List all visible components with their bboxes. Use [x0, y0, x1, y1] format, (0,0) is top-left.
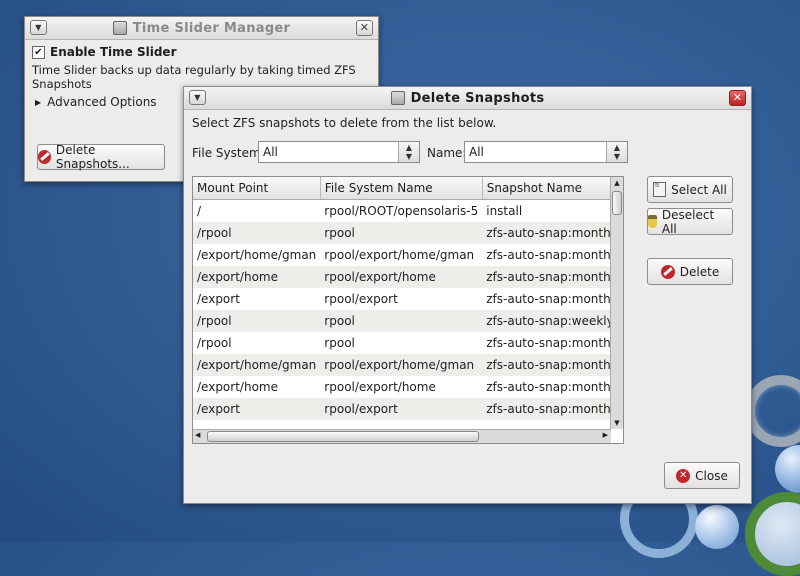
snapshot-list[interactable]: Mount Point File System Name Snapshot Na…	[192, 176, 624, 444]
cell-snapshot: zfs-auto-snap:monthly-2009-03-30	[482, 332, 611, 354]
deselect-all-button[interactable]: Deselect All	[647, 207, 733, 236]
cell-mount-point: /rpool	[193, 332, 321, 354]
cell-snapshot: zfs-auto-snap:monthly-2009-02-27	[482, 266, 611, 288]
delete-label: Delete	[679, 264, 720, 279]
scroll-left-icon[interactable]: ◀	[195, 431, 200, 439]
enable-checkbox[interactable]: ✔	[32, 45, 45, 59]
file-system-value: All	[263, 145, 278, 159]
column-header-snapshot-name[interactable]: Snapshot Name	[482, 177, 611, 200]
scroll-right-icon[interactable]: ▶	[603, 431, 608, 439]
cell-file-system: rpool	[320, 310, 483, 332]
cell-mount-point: /rpool	[193, 222, 321, 244]
close-button[interactable]: ✕ Close	[664, 462, 740, 489]
scroll-down-icon[interactable]: ▼	[611, 417, 623, 429]
table-row[interactable]: /export/home/gman rpool/export/home/gman z…	[193, 244, 611, 266]
app-icon	[390, 91, 405, 105]
advanced-options-expander[interactable]: ▶ Advanced Options	[35, 95, 157, 109]
cell-file-system: rpool/export/home/gman	[320, 354, 483, 376]
select-all-label: Select All	[671, 182, 727, 197]
horizontal-scroll-thumb[interactable]	[207, 431, 479, 442]
snapshot-table: Mount Point File System Name Snapshot Na…	[193, 177, 611, 420]
table-row[interactable]: / rpool/ROOT/opensolaris-5 install	[193, 199, 611, 222]
app-icon	[112, 21, 127, 35]
enable-time-slider-row[interactable]: ✔ Enable Time Slider	[32, 45, 177, 59]
cell-mount-point: /export/home	[193, 266, 321, 288]
cell-file-system: rpool/export/home/gman	[320, 244, 483, 266]
cell-mount-point: /export	[193, 398, 321, 420]
delete-button[interactable]: Delete	[647, 258, 733, 285]
dialog-close-icon[interactable]: ✕	[729, 90, 746, 106]
expander-arrow-icon: ▶	[35, 97, 42, 107]
spin-arrows-icon: ▲ ▼	[606, 142, 627, 162]
deselect-all-label: Deselect All	[661, 207, 715, 236]
manager-close-icon[interactable]: ✕	[356, 20, 373, 36]
name-value: All	[469, 145, 484, 159]
dialog-title: Delete Snapshots	[410, 90, 545, 106]
advanced-options-label: Advanced Options	[47, 95, 157, 109]
manager-title: Time Slider Manager	[132, 20, 291, 36]
broom-icon	[648, 215, 657, 228]
cell-snapshot: zfs-auto-snap:monthly-2009-02-27	[482, 222, 611, 244]
cell-file-system: rpool/export	[320, 288, 483, 310]
name-label: Name:	[427, 146, 467, 160]
window-menu-icon[interactable]: ▼	[189, 90, 206, 105]
cell-snapshot: install	[482, 199, 611, 222]
cell-file-system: rpool/export	[320, 398, 483, 420]
window-menu-icon[interactable]: ▼	[30, 20, 47, 35]
no-entry-icon	[38, 150, 51, 164]
dialog-instructions: Select ZFS snapshots to delete from the …	[192, 116, 497, 130]
cell-snapshot: zfs-auto-snap:monthly-2009-03-30	[482, 376, 611, 398]
cell-mount-point: /export/home/gman	[193, 354, 321, 376]
desktop-bubble-decoration	[745, 492, 800, 576]
cell-file-system: rpool/export/home	[320, 376, 483, 398]
dialog-titlebar: ▼ Delete Snapshots ✕	[184, 87, 751, 110]
vertical-scroll-thumb[interactable]	[612, 191, 622, 215]
column-header-mount-point[interactable]: Mount Point	[193, 177, 321, 200]
table-row[interactable]: /export/home/gman rpool/export/home/gman z…	[193, 354, 611, 376]
table-row[interactable]: /rpoolrpoolzfs-auto-snap:monthly-2009-02…	[193, 222, 611, 244]
enable-label: Enable Time Slider	[50, 45, 177, 59]
cell-mount-point: /export/home	[193, 376, 321, 398]
cell-file-system: rpool/export/home	[320, 266, 483, 288]
cell-snapshot: zfs-auto-snap:monthly-2009-02-27	[482, 288, 611, 310]
table-row[interactable]: /export/home rpool/export/home zfs-auto-sn…	[193, 376, 611, 398]
cell-mount-point: /rpool	[193, 310, 321, 332]
delete-snapshots-label: Delete Snapshots...	[55, 143, 130, 171]
file-system-label: File System:	[192, 146, 265, 160]
desktop-bubble-decoration	[775, 445, 800, 493]
scroll-up-icon[interactable]: ▲	[611, 177, 623, 189]
table-row[interactable]: /rpoolrpoolzfs-auto-snap:weekly-2009-03-…	[193, 310, 611, 332]
cell-file-system: rpool	[320, 332, 483, 354]
cell-snapshot: zfs-auto-snap:monthly-2009-02-27	[482, 244, 611, 266]
table-row[interactable]: /exportrpool/exportzfs-auto-snap:monthly…	[193, 288, 611, 310]
table-row[interactable]: /exportrpool/exportzfs-auto-snap:monthly…	[193, 398, 611, 420]
delete-snapshots-dialog: ▼ Delete Snapshots ✕ Select ZFS snapshot…	[183, 86, 752, 504]
delete-snapshots-button[interactable]: Delete Snapshots...	[37, 143, 165, 171]
vertical-scrollbar[interactable]: ▲ ▼	[610, 177, 623, 429]
no-entry-icon	[660, 264, 675, 279]
cell-snapshot: zfs-auto-snap:monthly-2009-03-30	[482, 354, 611, 376]
cell-snapshot: zfs-auto-snap:weekly-2009-03-12-	[482, 310, 611, 332]
select-all-icon: ≡	[653, 182, 667, 197]
cell-mount-point: /export/home/gman	[193, 244, 321, 266]
manager-titlebar: ▼ Time Slider Manager ✕	[25, 17, 378, 40]
close-icon: ✕	[676, 468, 691, 483]
spin-arrows-icon: ▲ ▼	[398, 142, 419, 162]
cell-file-system: rpool	[320, 222, 483, 244]
desktop-bubble-decoration	[695, 505, 739, 549]
select-all-button[interactable]: ≡ Select All	[647, 176, 733, 203]
cell-mount-point: /	[193, 199, 321, 222]
table-row[interactable]: /export/home rpool/export/home zfs-auto-sn…	[193, 266, 611, 288]
cell-file-system: rpool/ROOT/opensolaris-5	[320, 199, 483, 222]
name-combo[interactable]: All ▲ ▼	[464, 141, 628, 163]
desktop-bubble-decoration	[745, 375, 800, 447]
table-row[interactable]: /rpoolrpoolzfs-auto-snap:monthly-2009-03…	[193, 332, 611, 354]
cell-mount-point: /export	[193, 288, 321, 310]
horizontal-scrollbar[interactable]: ◀ ▶	[193, 429, 611, 443]
cell-snapshot: zfs-auto-snap:monthly-2009-03-30	[482, 398, 611, 420]
close-label: Close	[695, 468, 728, 483]
column-header-file-system-name[interactable]: File System Name	[320, 177, 483, 200]
file-system-combo[interactable]: All ▲ ▼	[258, 141, 420, 163]
